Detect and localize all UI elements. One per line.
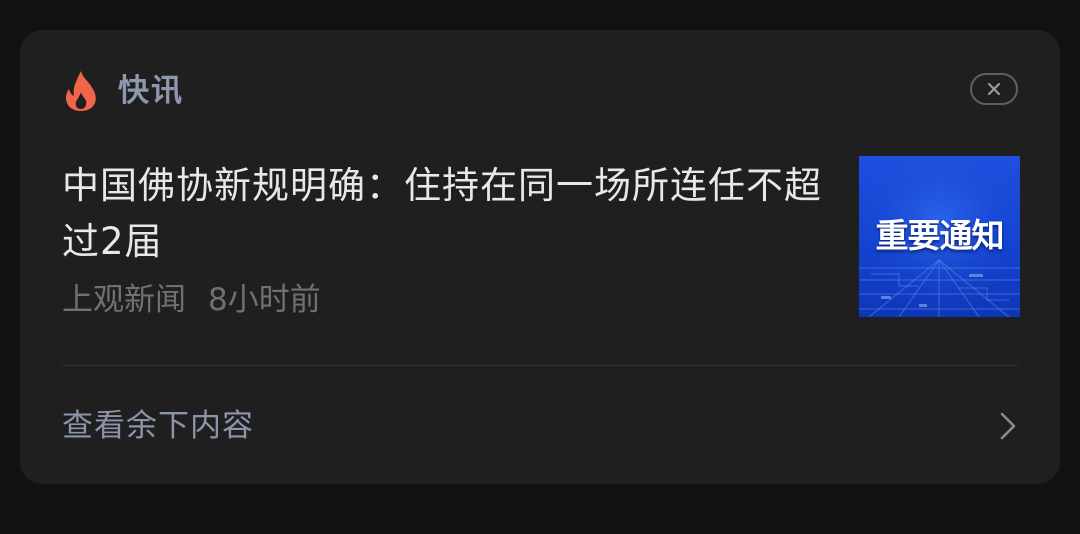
close-icon bbox=[987, 82, 1001, 96]
article-thumbnail[interactable]: 重要通知 bbox=[859, 156, 1020, 317]
section-title: 快讯 bbox=[118, 72, 184, 109]
article-source: 上观新闻 bbox=[62, 282, 186, 318]
article-headline[interactable]: 中国佛协新规明确：住持在同一场所连任不超过2届 bbox=[62, 158, 842, 270]
card-header: 快讯 bbox=[64, 68, 184, 114]
close-button[interactable] bbox=[970, 73, 1018, 105]
chevron-right-icon bbox=[1000, 412, 1016, 440]
view-more-label: 查看余下内容 bbox=[62, 408, 254, 444]
thumbnail-title: 重要通知 bbox=[875, 216, 1005, 255]
view-more-row[interactable]: 查看余下内容 bbox=[20, 366, 1060, 484]
news-flash-card: 快讯 中国佛协新规明确：住持在同一场所连任不超过2届 上观新闻 8小时前 重要通… bbox=[20, 30, 1060, 484]
flame-icon bbox=[65, 71, 96, 111]
article-time: 8小时前 bbox=[208, 282, 321, 318]
article-meta: 上观新闻 8小时前 bbox=[62, 280, 321, 320]
